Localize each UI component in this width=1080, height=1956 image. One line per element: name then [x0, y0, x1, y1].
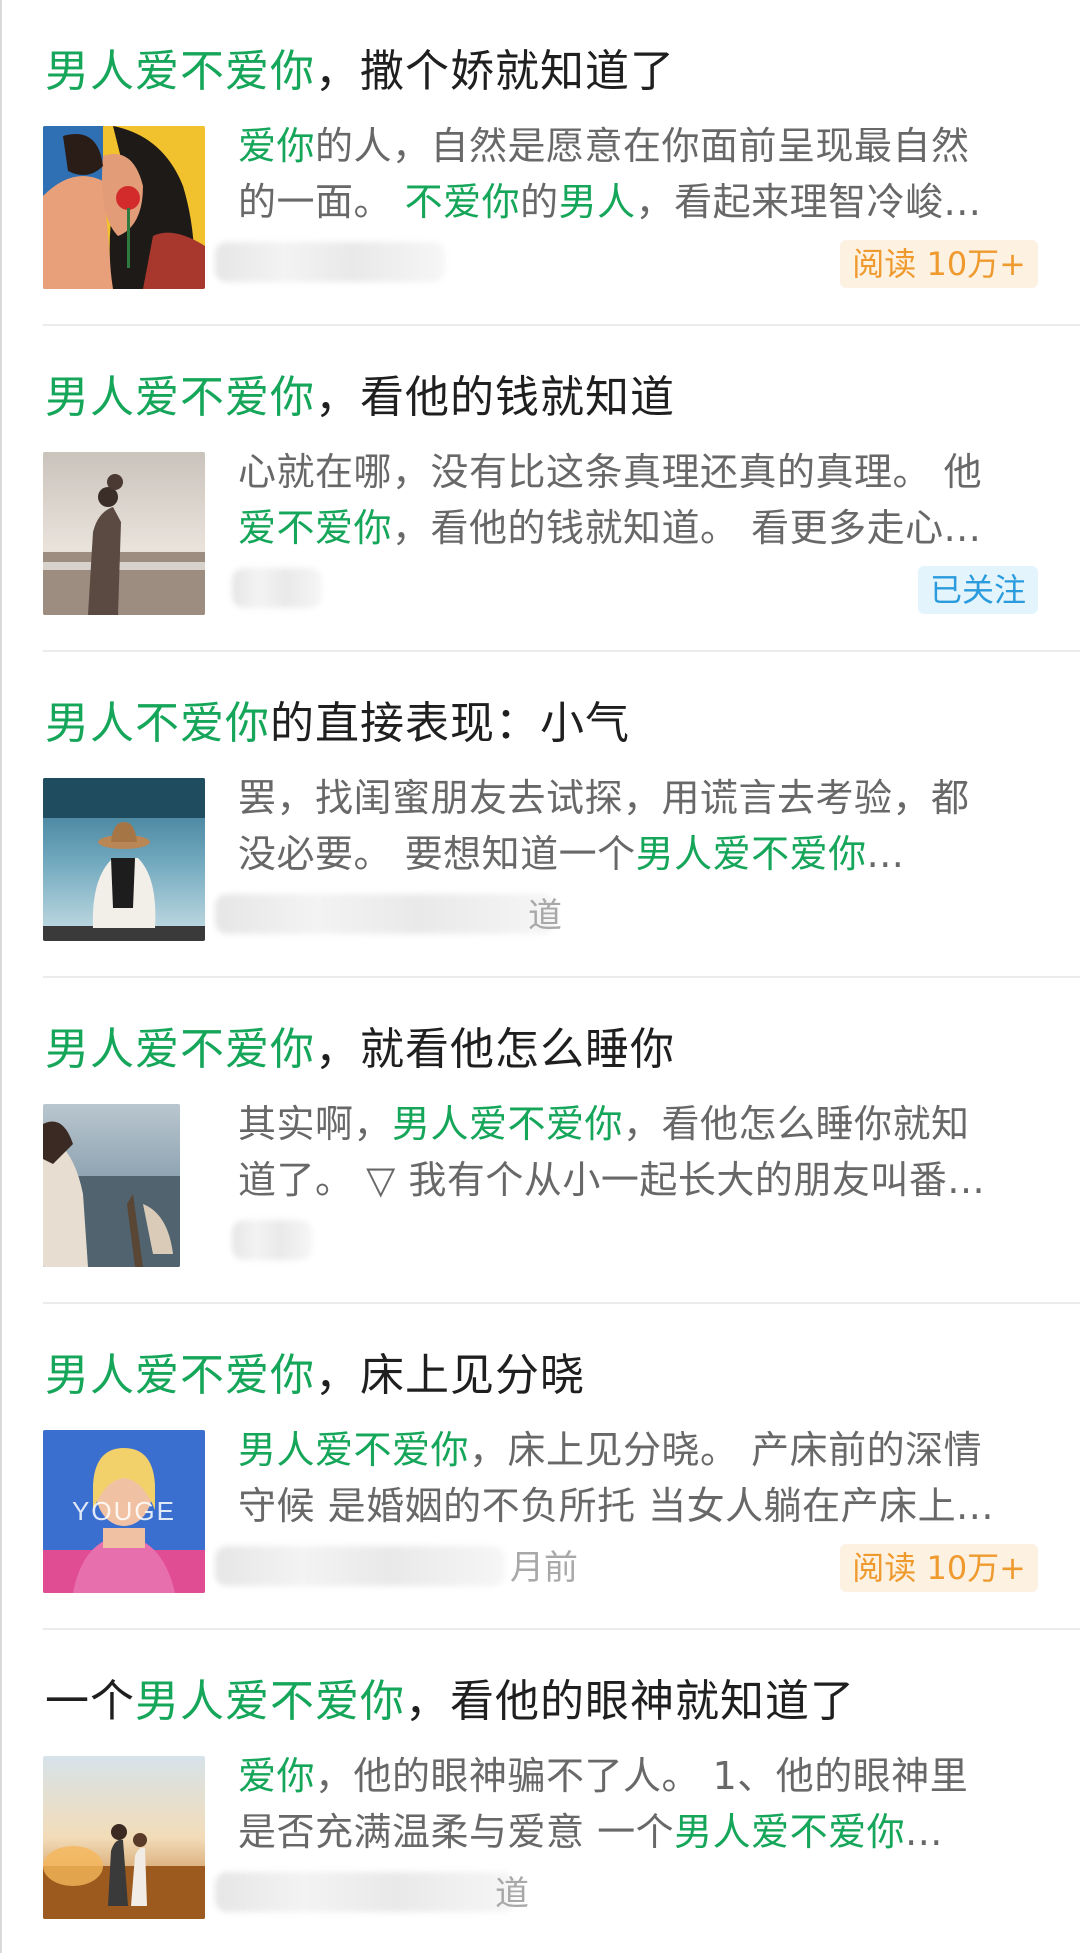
- text-segment: ，看他的钱就知道。 看更多走心...: [392, 506, 982, 550]
- account-name-blurred: [215, 1546, 505, 1586]
- article-title[interactable]: 男人爱不爱你，撒个娇就知道了: [45, 42, 675, 102]
- text-segment: ...: [905, 1810, 943, 1854]
- keyword-highlight: 男人爱不爱你: [635, 832, 867, 876]
- text-segment: 一个: [45, 1676, 135, 1727]
- article-snippet: 爱你，他的眼神骗不了人。 1、他的眼神里 是否充满温柔与爱意 一个男人爱不爱你.…: [238, 1748, 1038, 1860]
- article-snippet: 心就在哪，没有比这条真理还真的真理。 他 爱不爱你，看他的钱就知道。 看更多走心…: [238, 444, 1038, 556]
- text-segment: ，看他怎么睡你就知: [623, 1102, 970, 1146]
- article-thumbnail: [43, 452, 205, 615]
- keyword-highlight: 男人爱不爱你: [238, 1428, 470, 1472]
- article-title[interactable]: 男人爱不爱你，床上见分晓: [45, 1346, 585, 1406]
- text-segment: 心就在哪，没有比这条真理还真的真理。 他: [238, 450, 983, 494]
- text-segment: 是否充满温柔与爱意 一个: [238, 1810, 675, 1854]
- snippet-line: 其实啊，男人爱不爱你，看他怎么睡你就知: [238, 1096, 1038, 1152]
- text-segment: ，床上见分晓。 产床前的深情: [469, 1428, 983, 1472]
- account-name-blurred: [232, 568, 322, 608]
- keyword-highlight: 男人爱不爱你: [45, 372, 315, 423]
- article-item[interactable]: 男人不爱你的直接表现：小气 罢，找闺蜜朋友去试探，用谎言去考验，都 没必要。 要…: [0, 652, 1080, 978]
- magazine-cover-photo-icon: YOUGE: [43, 1430, 205, 1593]
- article-thumbnail: [43, 1104, 180, 1267]
- keyword-highlight: 爱你: [238, 124, 316, 168]
- keyword-highlight: 男人爱不爱你: [45, 1350, 315, 1401]
- article-title[interactable]: 男人不爱你的直接表现：小气: [45, 694, 630, 754]
- snippet-line: 爱你，他的眼神骗不了人。 1、他的眼神里: [238, 1748, 1038, 1804]
- article-item[interactable]: 一个男人爱不爱你，看他的眼神就知道了 爱你，他的眼神骗不了人。 1、他的眼神里 …: [0, 1630, 1080, 1956]
- publish-time-text: 道: [495, 1874, 529, 1914]
- text-segment: 道了。 ▽ 我有个从小一起长大的朋友叫番...: [238, 1158, 986, 1202]
- keyword-highlight: 男人不爱你: [45, 698, 270, 749]
- text-segment: 的: [520, 180, 559, 224]
- text-segment: 的直接表现：小气: [270, 698, 630, 749]
- read-count-badge: 阅读 10万+: [840, 1544, 1038, 1592]
- keyword-highlight: 男人: [558, 180, 636, 224]
- text-segment: ，看他的钱就知道: [315, 372, 675, 423]
- snippet-line: 心就在哪，没有比这条真理还真的真理。 他: [238, 444, 1038, 500]
- read-count-badge: 阅读 10万+: [840, 240, 1038, 288]
- keyword-highlight: 男人爱不爱你: [674, 1810, 906, 1854]
- keyword-highlight: 爱你: [238, 1754, 316, 1798]
- article-item[interactable]: 男人爱不爱你，就看他怎么睡你 其实啊，男人爱不爱你，看他怎么睡你就知 道了。 ▽…: [0, 978, 1080, 1304]
- article-snippet: 罢，找闺蜜朋友去试探，用谎言去考验，都 没必要。 要想知道一个男人爱不爱你...: [238, 770, 1038, 882]
- article-snippet: 男人爱不爱你，床上见分晓。 产床前的深情 守候 是婚姻的不负所托 当女人躺在产床…: [238, 1422, 1038, 1534]
- account-name-blurred: [232, 1220, 312, 1260]
- text-segment: ，就看他怎么睡你: [315, 1024, 675, 1075]
- sunset-couple-photo-icon: [43, 1756, 205, 1919]
- article-snippet: 其实啊，男人爱不爱你，看他怎么睡你就知 道了。 ▽ 我有个从小一起长大的朋友叫番…: [238, 1096, 1038, 1208]
- article-item[interactable]: 男人爱不爱你，床上见分晓 YOUGE 男人爱不爱你，床上见分晓。 产床前的深情 …: [0, 1304, 1080, 1630]
- text-segment: ，他的眼神骗不了人。 1、他的眼神里: [315, 1754, 969, 1798]
- text-segment: 的人，自然是愿意在你面前呈现最自然: [315, 124, 970, 168]
- couple-kiss-illustration-icon: [43, 126, 205, 289]
- magazine-title-text: YOUGE: [72, 1496, 176, 1526]
- keyword-highlight: 男人爱不爱你: [392, 1102, 624, 1146]
- account-name-blurred: [215, 1872, 515, 1912]
- snippet-line: 罢，找闺蜜朋友去试探，用谎言去考验，都: [238, 770, 1038, 826]
- article-title[interactable]: 男人爱不爱你，看他的钱就知道: [45, 368, 675, 428]
- publish-time-text: 道: [528, 896, 562, 936]
- snippet-line: 男人爱不爱你，床上见分晓。 产床前的深情: [238, 1422, 1038, 1478]
- keyword-highlight: 男人爱不爱你: [135, 1676, 405, 1727]
- article-thumbnail: [43, 126, 205, 289]
- article-thumbnail: [43, 778, 205, 941]
- woman-hat-lake-photo-icon: [43, 778, 205, 941]
- keyword-highlight: 男人爱不爱你: [45, 1024, 315, 1075]
- article-thumbnail: YOUGE: [43, 1430, 205, 1593]
- account-name-blurred: [215, 242, 445, 282]
- text-segment: 的一面。: [238, 180, 405, 224]
- account-name-blurred: [215, 894, 555, 934]
- snippet-line: 爱不爱你，看他的钱就知道。 看更多走心...: [238, 500, 1038, 556]
- text-segment: 守候 是婚姻的不负所托 当女人躺在产床上...: [238, 1484, 994, 1528]
- snippet-line: 是否充满温柔与爱意 一个男人爱不爱你...: [238, 1804, 1038, 1860]
- snippet-line: 爱你的人，自然是愿意在你面前呈现最自然: [238, 118, 1038, 174]
- article-title[interactable]: 男人爱不爱你，就看他怎么睡你: [45, 1020, 675, 1080]
- article-item[interactable]: 男人爱不爱你，撒个娇就知道了 爱你的人，自然是愿意在你面前呈现最自然 的一面。 …: [0, 0, 1080, 326]
- keyword-highlight: 男人爱不爱你: [45, 46, 315, 97]
- text-segment: 没必要。 要想知道一个: [238, 832, 636, 876]
- text-segment: 其实啊，: [238, 1102, 393, 1146]
- keyword-highlight: 不爱你: [404, 180, 521, 224]
- text-segment: ，撒个娇就知道了: [315, 46, 675, 97]
- article-thumbnail: [43, 1756, 205, 1919]
- text-segment: 罢，找闺蜜朋友去试探，用谎言去考验，都: [238, 776, 970, 820]
- snippet-line: 道了。 ▽ 我有个从小一起长大的朋友叫番...: [238, 1152, 1038, 1208]
- article-snippet: 爱你的人，自然是愿意在你面前呈现最自然 的一面。 不爱你的男人，看起来理智冷峻.…: [238, 118, 1038, 230]
- text-segment: ，看他的眼神就知道了: [405, 1676, 855, 1727]
- snippet-line: 守候 是婚姻的不负所托 当女人躺在产床上...: [238, 1478, 1038, 1534]
- article-item[interactable]: 男人爱不爱你，看他的钱就知道 心就在哪，没有比这条真理还真的真理。 他 爱不爱你…: [0, 326, 1080, 652]
- text-segment: ，看起来理智冷峻...: [635, 180, 982, 224]
- snippet-line: 的一面。 不爱你的男人，看起来理智冷峻...: [238, 174, 1038, 230]
- text-segment: ...: [866, 832, 905, 876]
- following-badge: 已关注: [917, 566, 1038, 614]
- beach-couple-photo-icon: [43, 452, 205, 615]
- publish-time-text: 月前: [510, 1548, 578, 1588]
- article-title[interactable]: 一个男人爱不爱你，看他的眼神就知道了: [45, 1672, 855, 1732]
- article-feed: 男人爱不爱你，撒个娇就知道了 爱你的人，自然是愿意在你面前呈现最自然 的一面。 …: [0, 0, 1080, 1953]
- snippet-line: 没必要。 要想知道一个男人爱不爱你...: [238, 826, 1038, 882]
- keyword-highlight: 爱不爱你: [238, 506, 393, 550]
- seaside-woman-photo-icon: [43, 1104, 180, 1267]
- text-segment: ，床上见分晓: [315, 1350, 585, 1401]
